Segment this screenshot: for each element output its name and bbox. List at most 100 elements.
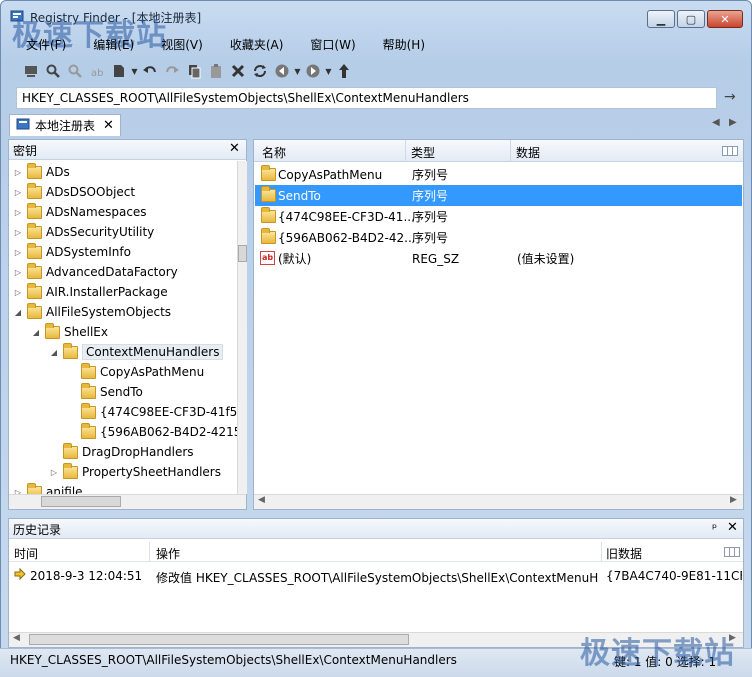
tree-item[interactable]: ▷ ADsNamespaces (13, 202, 147, 222)
column-data[interactable]: 数据 (516, 144, 540, 161)
value-row[interactable]: {596AB062-B4D2-42... 序列号 (255, 227, 742, 248)
new-dropdown-icon[interactable]: ▼ (130, 60, 139, 82)
folder-icon (81, 422, 96, 439)
tree-item[interactable]: CopyAsPathMenu (67, 362, 204, 382)
key-pane-close-icon[interactable]: ✕ (229, 141, 240, 156)
column-type[interactable]: 类型 (411, 144, 435, 161)
value-row[interactable]: CopyAsPathMenu 序列号 (255, 164, 742, 185)
find-icon[interactable] (42, 60, 64, 82)
delete-icon[interactable] (227, 60, 249, 82)
key-tree-hscroll-thumb[interactable] (41, 496, 121, 507)
history-time: 2018-9-3 12:04:51 (30, 569, 143, 583)
up-icon[interactable] (333, 60, 355, 82)
find-next-icon[interactable] (64, 60, 86, 82)
refresh-icon[interactable] (249, 60, 271, 82)
menu-file[interactable]: 文件(F) (8, 34, 75, 54)
tree-item[interactable]: ▷ anifile (13, 482, 83, 494)
undo-icon[interactable] (139, 60, 161, 82)
folder-icon (81, 362, 96, 379)
key-tree-vertical-scrollbar[interactable] (237, 161, 247, 494)
tree-item[interactable]: ▷ AIR.InstallerPackage (13, 282, 168, 302)
scroll-right-icon[interactable]: ▶ (730, 495, 737, 505)
collapse-icon[interactable]: ◢ (13, 308, 23, 317)
expand-icon[interactable]: ▷ (13, 188, 23, 197)
tree-item[interactable]: ◢ AllFileSystemObjects (13, 302, 171, 322)
tab-scroll-left-icon[interactable]: ◀ (712, 117, 720, 128)
menu-favorites[interactable]: 收藏夹(A) (212, 34, 293, 54)
tree-item[interactable]: ▷ ADsDSOObject (13, 182, 135, 202)
key-tree-scroll-thumb[interactable] (238, 245, 247, 262)
address-input[interactable]: HKEY_CLASSES_ROOT\AllFileSystemObjects\S… (16, 87, 717, 109)
scroll-left-icon[interactable]: ◀ (13, 633, 20, 643)
tree-item[interactable]: ▷ ADsSecurityUtility (13, 222, 154, 242)
column-divider[interactable] (601, 542, 602, 562)
pin-icon[interactable]: ᵖ (712, 521, 717, 535)
tree-item[interactable]: ▷ ADSystemInfo (13, 242, 131, 262)
tab-local-registry[interactable]: 本地注册表 ✕ (9, 114, 121, 136)
history-old-data: {7BA4C740-9E81-11CF-9 (606, 569, 742, 583)
tree-item[interactable]: ◢ ShellEx (31, 322, 108, 342)
back-icon[interactable] (271, 60, 293, 82)
status-path: HKEY_CLASSES_ROOT\AllFileSystemObjects\S… (10, 653, 457, 667)
tree-item[interactable]: {474C98EE-CF3D-41f5- (67, 402, 237, 422)
column-chooser-icon[interactable] (722, 146, 738, 156)
maximize-button[interactable]: ▢ (677, 10, 705, 28)
tab-close-icon[interactable]: ✕ (103, 118, 114, 133)
minimize-button[interactable]: ▁ (647, 10, 675, 28)
tree-item[interactable]: ▷ PropertySheetHandlers (49, 462, 221, 482)
collapse-icon[interactable]: ◢ (31, 328, 41, 337)
folder-icon (81, 382, 96, 399)
expand-icon[interactable]: ▷ (13, 248, 23, 257)
scroll-left-icon[interactable]: ◀ (258, 495, 265, 505)
back-dropdown-icon[interactable]: ▼ (293, 60, 302, 82)
expand-icon[interactable]: ▷ (49, 468, 59, 477)
menu-edit[interactable]: 编辑(E) (75, 34, 143, 54)
tree-item[interactable]: {596AB062-B4D2-4215 (67, 422, 237, 442)
menu-help[interactable]: 帮助(H) (365, 34, 434, 54)
history-close-icon[interactable]: ✕ (727, 520, 738, 535)
tree-item[interactable]: ▷ AdvancedDataFactory (13, 262, 178, 282)
expand-icon[interactable]: ▷ (13, 208, 23, 217)
new-icon[interactable] (108, 60, 130, 82)
rename-icon[interactable]: ab (86, 60, 108, 82)
value-row[interactable]: SendTo 序列号 (255, 185, 742, 206)
history-row[interactable]: 2018-9-3 12:04:51 修改值 HKEY_CLASSES_ROOT\… (9, 566, 743, 586)
expand-icon[interactable]: ▷ (13, 288, 23, 297)
folder-icon (261, 165, 276, 181)
tree-item[interactable]: ▷ ADs (13, 162, 70, 182)
tree-item-label: ADSystemInfo (46, 245, 131, 259)
column-old-data[interactable]: 旧数据 (606, 545, 642, 562)
redo-icon[interactable] (161, 60, 183, 82)
menu-bar: 文件(F) 编辑(E) 视图(V) 收藏夹(A) 窗口(W) 帮助(H) (8, 34, 744, 54)
tree-item[interactable]: SendTo (67, 382, 143, 402)
expand-icon[interactable]: ▷ (13, 268, 23, 277)
collapse-icon[interactable]: ◢ (49, 348, 59, 357)
tab-scroll-right-icon[interactable]: ▶ (729, 117, 737, 128)
tree-item[interactable]: ◢ ContextMenuHandlers (49, 342, 224, 362)
forward-dropdown-icon[interactable]: ▼ (324, 60, 333, 82)
column-chooser-icon[interactable] (724, 547, 740, 557)
folder-icon (63, 462, 78, 479)
values-horizontal-scrollbar[interactable]: ◀ ▶ (254, 494, 743, 509)
column-divider[interactable] (510, 140, 511, 162)
menu-window[interactable]: 窗口(W) (292, 34, 364, 54)
expand-icon[interactable]: ▷ (13, 228, 23, 237)
column-action[interactable]: 操作 (156, 545, 180, 562)
value-row[interactable]: {474C98EE-CF3D-41... 序列号 (255, 206, 742, 227)
tree-item[interactable]: DragDropHandlers (49, 442, 194, 462)
paste-icon[interactable] (205, 60, 227, 82)
computer-icon[interactable] (20, 60, 42, 82)
column-divider[interactable] (149, 542, 150, 562)
copy-icon[interactable] (183, 60, 205, 82)
folder-icon (27, 282, 42, 299)
close-button[interactable]: ✕ (707, 10, 743, 28)
column-divider[interactable] (405, 140, 406, 162)
value-row[interactable]: ab (默认) REG_SZ (值未设置) (255, 248, 742, 269)
menu-view[interactable]: 视图(V) (143, 34, 212, 54)
expand-icon[interactable]: ▷ (13, 168, 23, 177)
forward-icon[interactable] (302, 60, 324, 82)
column-name[interactable]: 名称 (262, 144, 286, 161)
go-arrow-icon[interactable]: → (724, 89, 736, 105)
column-time[interactable]: 时间 (14, 545, 38, 562)
history-hscroll-thumb[interactable] (29, 634, 409, 645)
